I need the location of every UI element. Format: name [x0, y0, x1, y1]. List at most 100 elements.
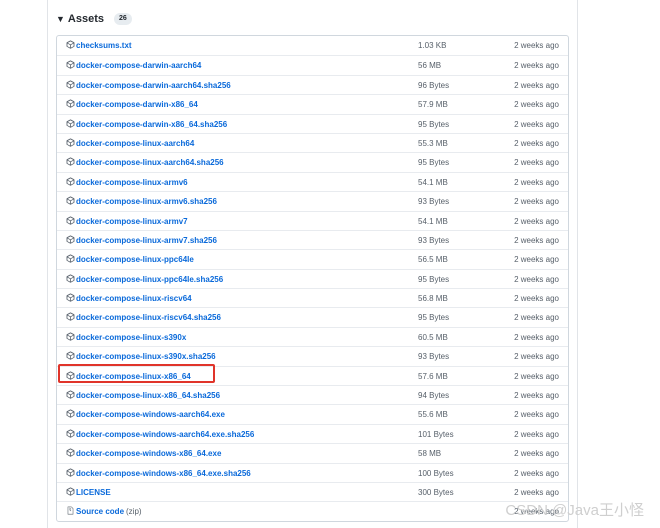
asset-row: docker-compose-linux-x86_64 57.6 MB 2 week… [57, 365, 568, 385]
asset-link[interactable]: docker-compose-windows-aarch64.exe [76, 410, 225, 419]
asset-name: docker-compose-linux-x86_64 [76, 371, 191, 381]
asset-size: 93 Bytes [418, 235, 450, 245]
asset-row: docker-compose-linux-s390x 60.5 MB 2 weeks… [57, 326, 568, 346]
asset-size: 96 Bytes [418, 80, 450, 90]
package-icon [66, 371, 75, 380]
asset-link[interactable]: Source code (zip) [76, 507, 142, 516]
package-icon [66, 429, 75, 438]
asset-size: 55.3 MB [418, 138, 448, 148]
asset-name: Source code [76, 507, 125, 517]
asset-date: 2 weeks ago [514, 410, 559, 420]
asset-size: 93 Bytes [418, 352, 450, 362]
asset-row: docker-compose-linux-aarch64 55.3 MB 2 wee… [57, 132, 568, 152]
package-icon [66, 468, 75, 477]
asset-link[interactable]: docker-compose-linux-x86_64.sha256 [76, 391, 220, 400]
asset-date: 2 weeks ago [514, 429, 559, 439]
asset-size: 57.6 MB [418, 371, 448, 381]
asset-date: 2 weeks ago [514, 119, 559, 129]
asset-size: 300 Bytes [418, 487, 454, 497]
assets-count-badge: 26 [114, 13, 132, 25]
asset-link[interactable]: checksums.txt [76, 41, 132, 50]
asset-name: docker-compose-linux-s390x [76, 332, 187, 342]
package-icon [66, 99, 75, 108]
asset-link[interactable]: docker-compose-linux-riscv64 [76, 294, 192, 303]
package-icon [66, 80, 75, 89]
asset-link[interactable]: docker-compose-linux-riscv64.sha256 [76, 313, 221, 322]
asset-row: docker-compose-windows-x86_64.exe.sha256… [57, 462, 568, 482]
package-icon [66, 448, 75, 457]
asset-date: 2 weeks ago [514, 235, 559, 245]
asset-link[interactable]: docker-compose-linux-armv7.sha256 [76, 236, 217, 245]
asset-row: docker-compose-linux-riscv64.sha256 95 By… [57, 307, 568, 326]
file-zip-icon [66, 506, 75, 515]
asset-size: 93 Bytes [418, 197, 450, 207]
asset-name: docker-compose-linux-armv6 [76, 177, 188, 187]
asset-row: docker-compose-linux-x86_64.sha256 94 Byt… [57, 385, 568, 404]
asset-row: docker-compose-darwin-x86_64 57.9 MB 2 wee… [57, 94, 568, 113]
package-icon [66, 254, 75, 263]
asset-link[interactable]: docker-compose-linux-armv7 [76, 217, 188, 226]
asset-row: docker-compose-windows-aarch64.exe.sha25… [57, 423, 568, 443]
asset-name: docker-compose-linux-aarch64.sha256 [76, 158, 224, 168]
asset-link[interactable]: docker-compose-linux-aarch64.sha256 [76, 158, 224, 167]
asset-link[interactable]: docker-compose-windows-x86_64.exe [76, 449, 221, 458]
asset-row: docker-compose-darwin-x86_64.sha256 95 By… [57, 113, 568, 133]
package-icon [66, 235, 75, 244]
package-icon [66, 196, 75, 205]
asset-link[interactable]: docker-compose-linux-ppc64le [76, 255, 194, 264]
asset-name: docker-compose-darwin-aarch64.sha256 [76, 80, 231, 90]
asset-date: 2 weeks ago [514, 294, 559, 304]
asset-date: 2 weeks ago [514, 61, 559, 71]
asset-suffix: (zip) [126, 507, 142, 517]
watermark: CSDN @Java王小怪 [505, 502, 644, 519]
asset-size: 56.5 MB [418, 255, 448, 265]
package-icon [66, 351, 75, 360]
asset-link[interactable]: docker-compose-linux-ppc64le.sha256 [76, 275, 223, 284]
asset-link[interactable]: docker-compose-linux-s390x [76, 333, 186, 342]
asset-row: docker-compose-linux-s390x.sha256 93 Byte… [57, 346, 568, 365]
asset-name: docker-compose-linux-ppc64le.sha256 [76, 274, 224, 284]
asset-row: docker-compose-linux-armv7 54.1 MB 2 weeks… [57, 210, 568, 230]
asset-link[interactable]: docker-compose-darwin-aarch64.sha256 [76, 81, 231, 90]
package-icon [66, 216, 75, 225]
asset-link[interactable]: LICENSE [76, 488, 111, 497]
asset-date: 2 weeks ago [514, 41, 559, 50]
asset-row: LICENSE 300 Bytes 2 weeks ago [57, 481, 568, 501]
asset-link[interactable]: docker-compose-windows-aarch64.exe.sha25… [76, 430, 254, 439]
asset-size: 60.5 MB [418, 332, 448, 342]
asset-name: docker-compose-darwin-x86_64.sha256 [76, 119, 228, 129]
asset-name: LICENSE [76, 487, 111, 497]
asset-link[interactable]: docker-compose-linux-armv6 [76, 178, 188, 187]
asset-date: 2 weeks ago [514, 255, 559, 265]
asset-name: docker-compose-linux-riscv64.sha256 [76, 313, 221, 323]
asset-name: docker-compose-windows-aarch64.exe [76, 410, 225, 420]
asset-name: docker-compose-windows-x86_64.exe.sha256 [76, 468, 251, 478]
asset-link[interactable]: docker-compose-linux-s390x.sha256 [76, 352, 216, 361]
assets-title: Assets [67, 13, 104, 25]
asset-date: 2 weeks ago [514, 391, 559, 401]
asset-link[interactable]: docker-compose-linux-x86_64 [76, 372, 191, 381]
asset-link[interactable]: docker-compose-darwin-x86_64 [76, 100, 198, 109]
asset-date: 2 weeks ago [514, 177, 559, 187]
asset-size: 101 Bytes [418, 429, 454, 439]
asset-link[interactable]: docker-compose-linux-aarch64 [76, 139, 194, 148]
asset-size: 54.1 MB [418, 216, 448, 226]
asset-name: docker-compose-darwin-aarch64 [76, 61, 202, 71]
asset-date: 2 weeks ago [514, 274, 559, 284]
asset-link[interactable]: docker-compose-darwin-aarch64 [76, 61, 201, 70]
assets-header[interactable]: ▼ Assets 26 [56, 11, 132, 27]
asset-date: 2 weeks ago [514, 158, 559, 168]
asset-link[interactable]: docker-compose-linux-armv6.sha256 [76, 197, 217, 206]
asset-size: 95 Bytes [418, 274, 450, 284]
asset-date: 2 weeks ago [514, 332, 559, 342]
asset-name: docker-compose-linux-x86_64.sha256 [76, 391, 221, 401]
asset-name: docker-compose-windows-x86_64.exe [76, 449, 222, 459]
package-icon [66, 40, 75, 49]
asset-link[interactable]: docker-compose-windows-x86_64.exe.sha256 [76, 469, 251, 478]
asset-row: docker-compose-darwin-aarch64.sha256 96 B… [57, 74, 568, 94]
asset-size: 56 MB [418, 61, 442, 71]
asset-size: 100 Bytes [418, 468, 454, 478]
asset-link[interactable]: docker-compose-darwin-x86_64.sha256 [76, 120, 227, 129]
asset-name: docker-compose-darwin-x86_64 [76, 100, 198, 110]
asset-size: 1.03 KB [418, 41, 447, 50]
